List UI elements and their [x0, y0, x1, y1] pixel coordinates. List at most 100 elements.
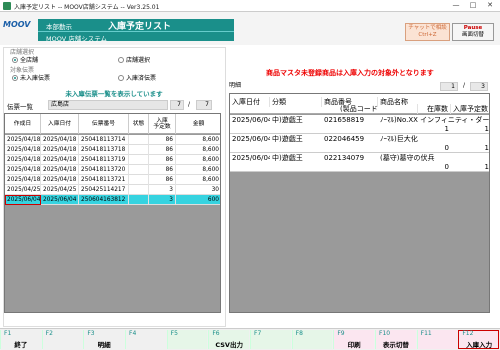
radio-icon [12, 74, 18, 81]
fkey-f4[interactable]: F4 [125, 330, 166, 349]
fkey-f12[interactable]: F12 入庫入力 [458, 330, 499, 349]
slip-cell: 250418113721 [79, 175, 129, 185]
slip-row[interactable]: 2025/06/04 2025/06/04 250604163812 3 600 [5, 195, 220, 205]
fkey-f1[interactable]: F1 終了 [0, 330, 41, 349]
slip-row[interactable]: 2025/04/18 2025/04/18 250418113720 86 8,600 [5, 165, 220, 175]
screen-switch-label: 画面切替 [461, 32, 484, 38]
moov-logo: MOOV [3, 20, 31, 29]
slip-cell: 250418113719 [79, 155, 129, 165]
radio-icon [12, 56, 18, 63]
slip-cell: 600 [176, 195, 220, 205]
slip-cell: 8,600 [176, 135, 220, 145]
detail-stock: 0 [444, 163, 449, 171]
fkey-code: F12 [462, 330, 474, 337]
chat-consult-button[interactable]: チャットで相談 Ctrl+Z [405, 23, 450, 41]
slip-cell [129, 155, 149, 165]
slip-cell: 2025/04/25 [7, 185, 41, 195]
fkey-f11[interactable]: F11 [416, 330, 458, 349]
warning-message: 商品マスタ未登録商品は入庫入力の対象外となります [266, 69, 434, 77]
count-displayed: 7 [170, 100, 184, 110]
slip-list-col-header[interactable]: 金額 [176, 114, 220, 134]
pause-screen-switch-button[interactable]: Pause 画面切替 [452, 23, 494, 41]
chat-button-label: チャットで相談 [408, 25, 447, 31]
slip-cell: 2025/04/18 [7, 165, 41, 175]
fkey-f2[interactable]: F2 [41, 330, 83, 349]
slip-cell [129, 195, 149, 205]
slip-list-col-header[interactable]: 入庫日付 [41, 114, 79, 134]
fkey-f3[interactable]: F3 明細 [83, 330, 124, 349]
fkey-label: CSV出力 [215, 341, 243, 349]
page-current: 1 [440, 82, 458, 91]
radio-label: 全店舗 [20, 57, 39, 64]
slip-cell: 8,600 [176, 175, 220, 185]
fkey-f7[interactable]: F7 [250, 330, 291, 349]
radio-label: 店舗選択 [126, 57, 151, 64]
radio-received[interactable]: 入庫済伝票 [118, 73, 156, 82]
count-total: 7 [196, 100, 212, 110]
detail-label: 明細 [229, 82, 242, 89]
slip-cell: 250604163812 [79, 195, 129, 205]
detail-date: 2025/06/04 [232, 135, 270, 143]
page-total: 3 [470, 82, 488, 91]
page-separator: / [463, 82, 466, 89]
fkey-code: F4 [129, 330, 137, 337]
slip-row[interactable]: 2025/04/18 2025/04/18 250418113721 86 8,600 [5, 175, 220, 185]
slip-cell: 250418113714 [79, 135, 129, 145]
fkey-f5[interactable]: F5 [166, 330, 208, 349]
detail-grid[interactable]: 入庫日付 分類 商品番号 商品名称 (製品コード 在庫数 入庫予定数 2025/… [229, 93, 490, 313]
radio-all-stores[interactable]: 全店舗 [12, 55, 38, 64]
radio-unreceived[interactable]: 未入庫伝票 [12, 73, 50, 82]
slip-cell: 86 [149, 145, 176, 155]
fkey-code: F8 [295, 330, 303, 337]
fkey-f9[interactable]: F9 印刷 [333, 330, 374, 349]
slip-list-col-header[interactable]: 伝票番号 [79, 114, 129, 134]
slip-cell: 3 [149, 195, 176, 205]
slip-cell: 250418113720 [79, 165, 129, 175]
slip-list-col-header[interactable]: 状態 [129, 114, 149, 134]
detail-header: 入庫日付 分類 商品番号 商品名称 (製品コード 在庫数 入庫予定数 [230, 94, 489, 114]
detail-planned: 1 [484, 163, 489, 171]
detail-row[interactable]: 2025/06/04 中)遊戯王 022046459 ﾉｰﾏﾙ)巨大化 0 1 [230, 134, 489, 153]
close-button[interactable]: ✕ [482, 1, 498, 9]
maximize-button[interactable]: □ [465, 1, 481, 9]
fkey-f6[interactable]: F6 CSV出力 [208, 330, 249, 349]
slip-cell: 86 [149, 175, 176, 185]
window-title: 入庫予定リスト -- MOOV店舗システム -- Ver3.25.01 [14, 4, 160, 11]
slip-row[interactable]: 2025/04/18 2025/04/18 250418113718 86 8,600 [5, 145, 220, 155]
fkey-code: F5 [170, 330, 178, 337]
radio-icon [118, 74, 124, 81]
slip-list-col-header[interactable]: 入庫 予定数 [149, 114, 176, 134]
radio-store-select[interactable]: 店舗選択 [118, 55, 150, 64]
fkey-code: F1 [4, 330, 12, 337]
detail-row[interactable]: 2025/06/04 中)遊戯王 022134079 (墓守)墓守の伏兵 0 1 [230, 153, 489, 172]
system-name: MOOV 店舗システム [46, 35, 108, 43]
fkey-label: 印刷 [347, 341, 361, 349]
slip-cell: 2025/04/18 [41, 145, 79, 155]
slip-list-col-header[interactable]: 作成日 [5, 114, 41, 134]
pager: 1 / 3 [440, 82, 490, 92]
slip-list-grid[interactable]: 作成日 入庫日付 伝票番号 状態 入庫 予定数 金額 2025/04/18 2025/04/… [4, 113, 221, 313]
slip-cell [129, 185, 149, 195]
slip-cell: 2025/04/18 [41, 165, 79, 175]
slip-cell: 86 [149, 135, 176, 145]
detail-product-no: 021658819 [324, 116, 365, 124]
slip-cell: 8,600 [176, 145, 220, 155]
count-separator: / [188, 101, 191, 108]
slip-cell: 2025/04/18 [7, 175, 41, 185]
minimize-button[interactable]: — [448, 1, 464, 9]
fkey-code: F7 [254, 330, 262, 337]
slip-row[interactable]: 2025/04/18 2025/04/18 250418113719 86 8,600 [5, 155, 220, 165]
radio-label: 入庫済伝票 [126, 75, 157, 82]
detail-planned: 1 [484, 144, 489, 152]
fkey-f10[interactable]: F10 表示切替 [375, 330, 416, 349]
slip-row[interactable]: 2025/04/18 2025/04/18 250418113714 86 8,600 [5, 135, 220, 145]
fkey-label: 表示切替 [382, 341, 409, 349]
slip-row[interactable]: 2025/04/25 2025/04/25 250425114217 3 30 [5, 185, 220, 195]
slip-list-label: 伝票一覧 [7, 103, 33, 111]
detail-row[interactable]: 2025/06/04 中)遊戯王 021658819 ﾉｰﾏﾙ)No.XX インフィニ… [230, 115, 489, 134]
detail-planned: 1 [484, 125, 489, 133]
detail-category: 中)遊戯王 [272, 154, 303, 162]
fkey-f8[interactable]: F8 [291, 330, 333, 349]
header-category: 分類 [270, 97, 322, 107]
detail-date: 2025/06/04 [232, 116, 270, 124]
